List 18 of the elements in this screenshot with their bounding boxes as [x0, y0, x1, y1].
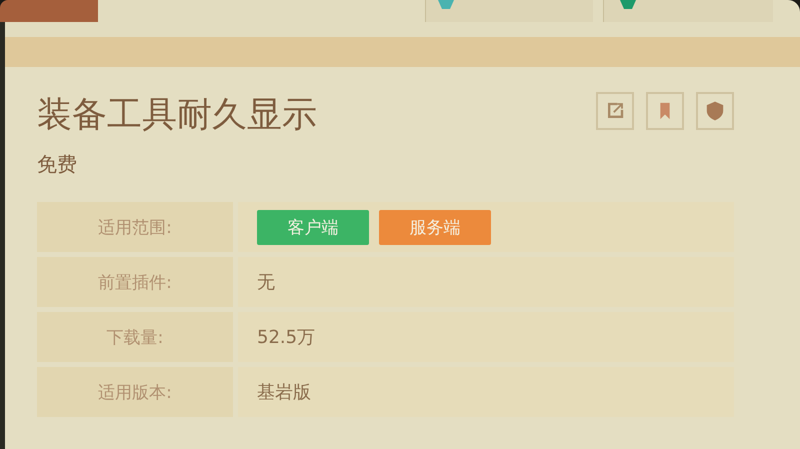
top-tab[interactable] — [425, 0, 593, 22]
top-tab[interactable] — [603, 0, 773, 22]
info-label: 适用范围: — [37, 202, 233, 252]
info-label: 前置插件: — [37, 257, 233, 307]
info-label: 下载量: — [37, 312, 233, 362]
price-label: 免费 — [37, 151, 77, 178]
value-cell: 无 — [238, 257, 734, 307]
shield-button[interactable] — [696, 92, 734, 130]
platform-tag: 客户端 — [257, 210, 369, 244]
value-cell: 基岩版 — [238, 367, 734, 417]
value-cell: 52.5万 — [238, 312, 734, 362]
info-label: 适用版本: — [37, 367, 233, 417]
share-button[interactable] — [596, 92, 634, 130]
bookmark-button[interactable] — [646, 92, 684, 130]
platform-tag: 服务端 — [379, 210, 491, 244]
gem-icon — [618, 0, 638, 10]
gem-icon — [436, 0, 456, 10]
plugin-title: 装备工具耐久显示 — [37, 94, 317, 136]
